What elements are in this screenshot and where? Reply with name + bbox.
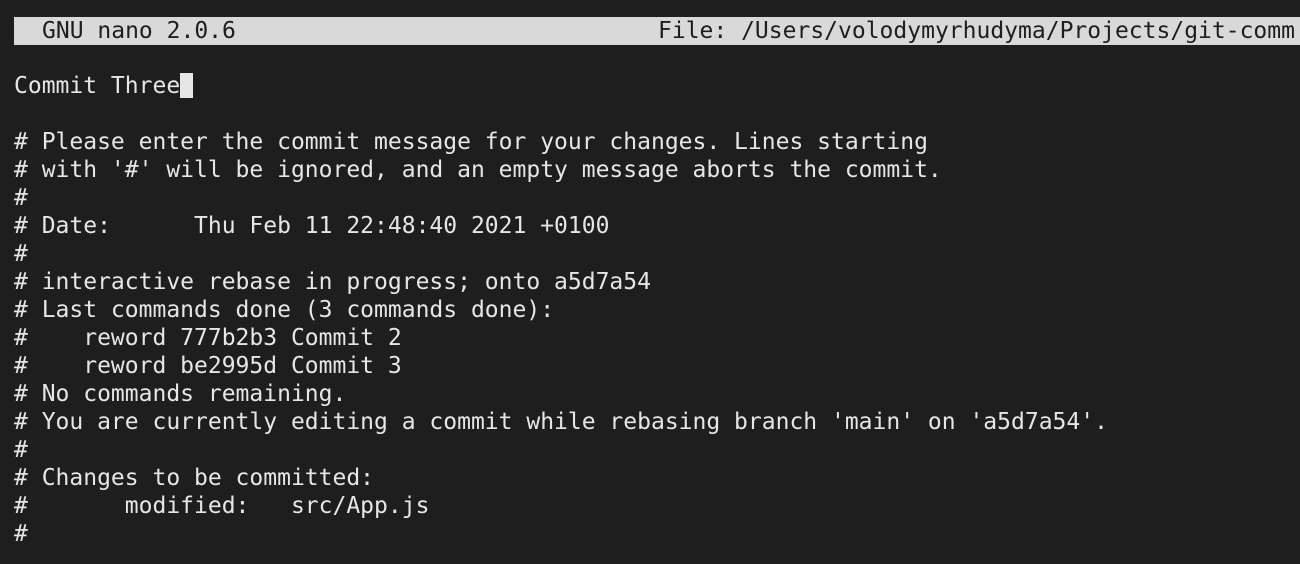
comment-line[interactable]: # No commands remaining. [14, 380, 1300, 408]
comment-line[interactable]: # reword 777b2b3 Commit 2 [14, 324, 1300, 352]
editor-text-area[interactable]: Commit Three # Please enter the commit m… [14, 72, 1300, 548]
comment-line[interactable]: # with '#' will be ignored, and an empty… [14, 156, 1300, 184]
comment-line[interactable]: # [14, 520, 1300, 548]
comment-line[interactable]: # Date: Thu Feb 11 22:48:40 2021 +0100 [14, 212, 1300, 240]
comment-line[interactable]: # Changes to be committed: [14, 464, 1300, 492]
terminal-window: GNU nano 2.0.6 File: /Users/volodymyrhud… [0, 0, 1300, 564]
editor-version: GNU nano 2.0.6 [42, 18, 236, 44]
comment-line[interactable]: # modified: src/App.js [14, 492, 1300, 520]
comment-line[interactable]: # You are currently editing a commit whi… [14, 408, 1300, 436]
text-cursor [180, 72, 194, 98]
file-path: File: /Users/volodymyrhudyma/Projects/gi… [658, 18, 1295, 44]
commit-message-line[interactable]: Commit Three [14, 72, 1300, 100]
comment-line[interactable]: # Please enter the commit message for yo… [14, 128, 1300, 156]
comment-line[interactable]: # Last commands done (3 commands done): [14, 296, 1300, 324]
comment-line[interactable]: # [14, 436, 1300, 464]
comment-line[interactable]: # [14, 184, 1300, 212]
comment-line[interactable]: # reword be2995d Commit 3 [14, 352, 1300, 380]
editor-line[interactable] [14, 100, 1300, 128]
comment-line[interactable]: # [14, 240, 1300, 268]
nano-title-bar: GNU nano 2.0.6 File: /Users/volodymyrhud… [14, 17, 1300, 45]
comment-line[interactable]: # interactive rebase in progress; onto a… [14, 268, 1300, 296]
